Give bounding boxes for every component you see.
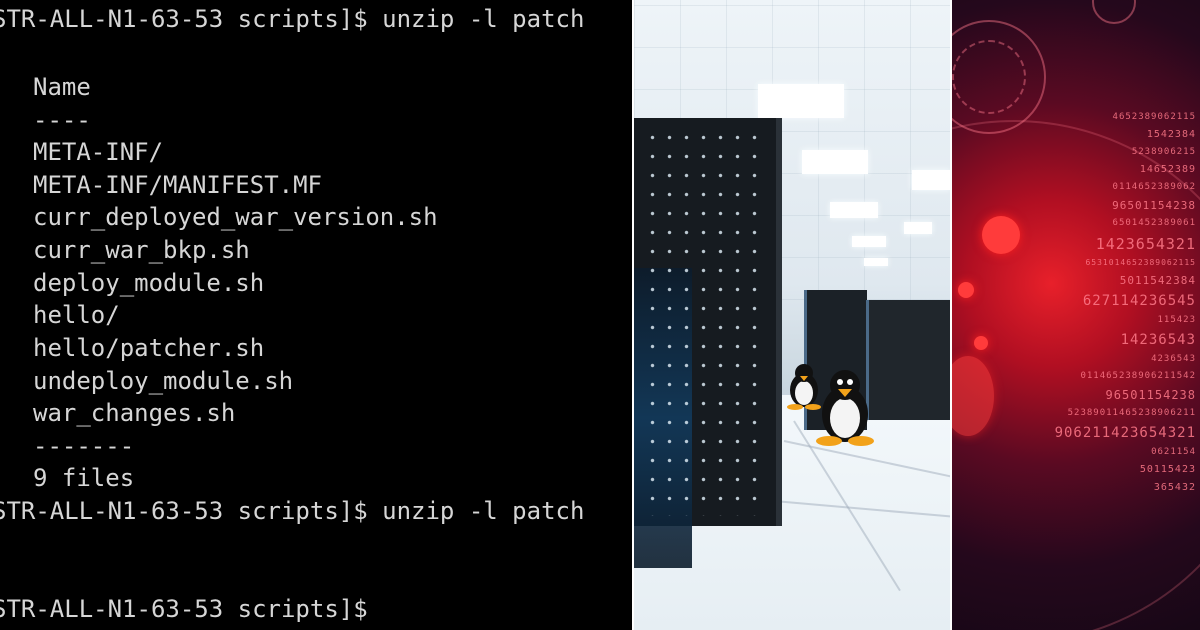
cyber-number-row: 906211423654321 <box>1054 425 1196 441</box>
terminal-output-line: war_changes.sh <box>33 399 236 427</box>
cyber-number-row: 4236543 <box>1151 354 1196 364</box>
datacenter-photo <box>634 0 950 630</box>
terminal-output-line: deploy_module.sh <box>33 269 265 297</box>
ceiling-light <box>864 258 888 266</box>
radar-ring <box>952 40 1026 114</box>
cyber-number-row: 365432 <box>1153 482 1196 493</box>
cyber-number-row: 1423654321 <box>1095 235 1196 253</box>
terminal-output-line: undeploy_module.sh <box>33 367 294 395</box>
terminal-output-line: META-INF/ <box>33 138 164 166</box>
terminal-output-line: hello/ <box>33 301 120 329</box>
ceiling-light <box>904 222 932 234</box>
cyber-graphic: 4652389062115 1542384 5238906215 14652389 01… <box>952 0 1200 630</box>
server-rack-row <box>866 300 950 420</box>
ceiling-light <box>912 170 950 190</box>
cyber-number-row: 14236543 <box>1120 332 1196 348</box>
network-node <box>958 282 974 298</box>
terminal-output-line: ------- <box>33 432 135 460</box>
cyber-number-row: 6501452389061 <box>1112 218 1196 228</box>
cyber-number-row: 5238906215 <box>1131 147 1196 157</box>
cyber-number-row: 5011542384 <box>1119 274 1196 287</box>
cyber-number-row: 52389011465238906211 <box>1067 408 1196 418</box>
rack-leds <box>644 128 766 516</box>
terminal-output-line: 9 files <box>33 464 135 492</box>
terminal-output-line: Name <box>33 73 91 101</box>
ceiling-light <box>852 236 886 247</box>
terminal-prompt-line: STR-ALL-N1-63-53 scripts]$ <box>0 595 368 623</box>
cyber-number-row: 1542384 <box>1146 129 1196 140</box>
tux-penguin-icon <box>816 370 874 446</box>
terminal-prompt-line: STR-ALL-N1-63-53 scripts]$ unzip -l patc… <box>0 497 585 525</box>
ceiling-light <box>758 84 844 118</box>
cyber-number-row: 011465238906211542 <box>1080 371 1196 381</box>
server-rack <box>634 118 782 568</box>
cyber-number-row: 50115423 <box>1139 464 1196 475</box>
cyber-number-row: 6531014652389062115 <box>1085 258 1196 267</box>
terminal-output-line: curr_war_bkp.sh <box>33 236 250 264</box>
ceiling-light <box>802 150 868 174</box>
terminal-output-line: META-INF/MANIFEST.MF <box>33 171 322 199</box>
ceiling-light <box>830 202 878 218</box>
terminal-output-line: curr_deployed_war_version.sh <box>33 203 438 231</box>
cyber-number-row: 627114236545 <box>1082 293 1196 309</box>
cyber-number-row: 96501154238 <box>1112 199 1196 212</box>
cyber-number-row: 14652389 <box>1139 164 1196 175</box>
terminal-prompt-line: STR-ALL-N1-63-53 scripts]$ unzip -l patc… <box>0 5 585 33</box>
cyber-number-row: 115423 <box>1157 315 1196 325</box>
cyber-number-row: 0621154 <box>1151 447 1196 457</box>
network-node <box>982 216 1020 254</box>
cyber-number-row: 4652389062115 <box>1112 112 1196 122</box>
radar-ring <box>1092 0 1136 24</box>
terminal-panel[interactable]: STR-ALL-N1-63-53 scripts]$ unzip -l patc… <box>0 0 632 630</box>
terminal-output-line: hello/patcher.sh <box>33 334 265 362</box>
terminal-output-line: ---- <box>33 106 91 134</box>
network-node <box>974 336 988 350</box>
cyber-number-row: 96501154238 <box>1105 388 1196 402</box>
cyber-number-row: 0114652389062 <box>1112 182 1196 192</box>
